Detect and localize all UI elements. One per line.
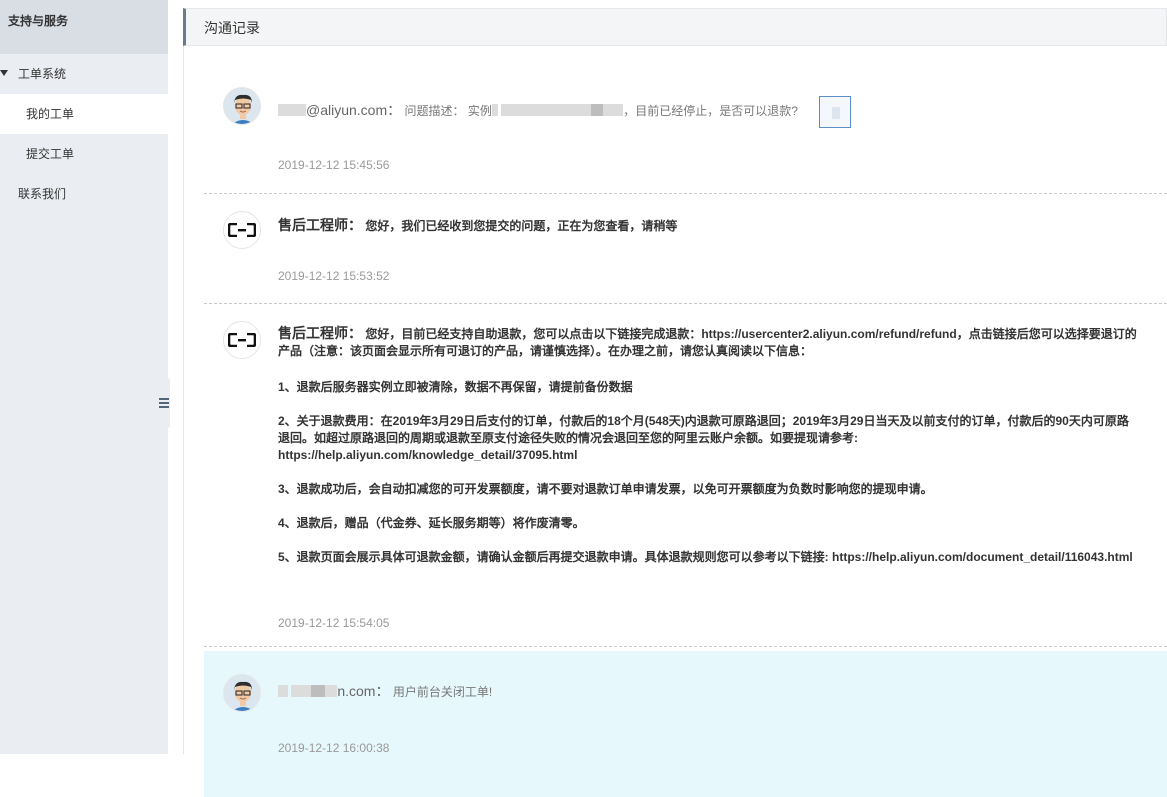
record-timestamp: 2019-12-12 15:53:52 [278, 269, 390, 283]
main-panel: 沟通记录 @aliyun.com： 问题描述： 实例 ，目前已经停止，是否可以退… [183, 8, 1167, 797]
sidebar-group-ticket-system[interactable]: 工单系统 [0, 54, 168, 94]
redacted-text [591, 104, 604, 117]
record-timestamp: 2019-12-12 16:00:38 [278, 741, 390, 755]
redacted-text [311, 685, 326, 697]
record-user-closed: n.com： 用户前台关闭工单! 2019-12-12 16:00:38 [204, 651, 1167, 797]
redacted-text [603, 104, 624, 117]
record-engineer-reply: 售后工程师： 您好，我们已经收到您提交的问题，正在为您查看，请稍等 2019-1… [204, 193, 1167, 303]
refund-note-1: 1、退款后服务器实例立即被清除，数据不再保留，请提前备份数据 [278, 380, 633, 394]
record-text: 您好，我们已经收到您提交的问题，正在为您查看，请稍等 [365, 219, 678, 233]
author-colon: ： [387, 102, 402, 119]
redacted-text [291, 685, 312, 697]
record-intro-text: 您好，目前已经支持自助退款，您可以点击以下链接完成退款：https://user… [278, 327, 1137, 358]
user-avatar-icon [223, 674, 261, 712]
author-colon: ： [375, 683, 390, 699]
record-author: n.com [337, 683, 376, 699]
refund-note-2: 2、关于退款费用：在2019年3月29日后支付的订单，付款后的18个月(548天… [278, 414, 1129, 462]
sidebar-item-contact-us[interactable]: 联系我们 [0, 174, 168, 214]
redacted-text [501, 104, 592, 117]
aliyun-logo-icon [223, 211, 261, 249]
record-message: @aliyun.com： 问题描述： 实例 ，目前已经停止，是否可以退款? [278, 96, 1157, 128]
record-author: 售后工程师： [278, 217, 362, 233]
record-message: 售后工程师： 您好，我们已经收到您提交的问题，正在为您查看，请稍等 [278, 215, 1157, 235]
refund-note-5: 5、退款页面会展示具体可退款金额，请确认金额后再提交退款申请。具体退款规则您可以… [278, 550, 1133, 564]
caret-down-icon [0, 70, 8, 76]
question-text-prefix: 实例 [467, 104, 492, 119]
menu-icon [159, 398, 169, 408]
sidebar-title: 支持与服务 [0, 0, 168, 54]
record-author: 售后工程师： [278, 325, 362, 341]
attachment-thumbnail[interactable] [819, 96, 852, 128]
question-label: 问题描述： [404, 104, 465, 119]
redacted-text [325, 685, 338, 697]
record-timestamp: 2019-12-12 15:54:05 [278, 616, 390, 630]
record-message: n.com： 用户前台关闭工单! [278, 681, 1157, 701]
user-avatar-icon [223, 87, 261, 125]
sidebar-item-my-tickets[interactable]: 我的工单 [0, 94, 168, 134]
communication-records: @aliyun.com： 问题描述： 实例 ，目前已经停止，是否可以退款? 20… [183, 46, 1167, 797]
question-text-suffix: ，目前已经停止，是否可以退款? [623, 104, 798, 119]
panel-title: 沟通记录 [183, 8, 1167, 46]
record-message: 售后工程师： 您好，目前已经支持自助退款，您可以点击以下链接完成退款：https… [278, 325, 1137, 360]
record-engineer-refund-info: 售后工程师： 您好，目前已经支持自助退款，您可以点击以下链接完成退款：https… [204, 303, 1167, 646]
record-timestamp: 2019-12-12 15:45:56 [278, 158, 390, 172]
redacted-text [278, 685, 288, 697]
record-author: @aliyun.com [306, 102, 388, 119]
redacted-text [491, 104, 498, 117]
refund-note-4: 4、退款后，赠品（代金券、延长服务期等）将作废清零。 [278, 516, 585, 530]
sidebar: 支持与服务 工单系统 我的工单 提交工单 联系我们 [0, 0, 168, 754]
aliyun-logo-icon [223, 321, 261, 359]
record-user-question: @aliyun.com： 问题描述： 实例 ，目前已经停止，是否可以退款? 20… [204, 46, 1167, 193]
record-text: 用户前台关闭工单! [392, 685, 493, 699]
redacted-text [278, 104, 306, 117]
sidebar-group-label: 工单系统 [18, 67, 67, 81]
refund-note-3: 3、退款成功后，会自动扣减您的可开发票额度，请不要对退款订单申请发票，以免可开票… [278, 482, 933, 496]
sidebar-item-submit-ticket[interactable]: 提交工单 [0, 134, 168, 174]
record-divider [204, 646, 1167, 647]
